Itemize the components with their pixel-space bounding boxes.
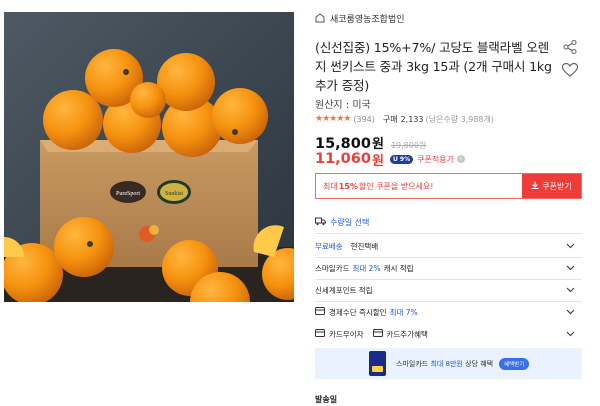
truck-icon xyxy=(315,217,326,228)
payment-discount-max: 최대 7% xyxy=(389,307,418,317)
smile-card-max: 최대 2% xyxy=(352,263,381,273)
coupon-applied-label: 쿠폰적용가 xyxy=(417,154,454,164)
smile-card-label: 스마일카드 xyxy=(315,263,350,273)
smile-card-image xyxy=(369,351,386,376)
chevron-down-icon xyxy=(566,329,575,338)
quantity-select-link[interactable]: 수량일 선택 xyxy=(315,216,369,228)
chevron-down-icon xyxy=(566,263,575,272)
banner-text-label: 스마일카드 xyxy=(396,359,429,368)
product-photo: PureSport Sunkist xyxy=(4,12,294,302)
coupon-message-percent: 15% xyxy=(338,181,358,191)
info-icon[interactable]: i xyxy=(456,155,465,163)
product-image: PureSport Sunkist xyxy=(4,12,294,302)
review-count-link[interactable]: (394) xyxy=(353,115,375,124)
box-label-1: PureSport xyxy=(116,191,140,197)
share-icon[interactable] xyxy=(562,39,578,55)
chevron-down-icon xyxy=(566,307,575,316)
coupon-message-prefix: 최대 xyxy=(323,181,338,191)
remaining-quantity: (남은수량 3,988개) xyxy=(425,114,495,124)
card-extra-benefit-link[interactable]: 카드추가혜택 xyxy=(387,329,428,340)
payment-discount-label: 경제수단 즉시할인 xyxy=(329,307,387,317)
wishlist-heart-icon[interactable] xyxy=(561,62,579,78)
divider xyxy=(315,257,582,258)
download-icon xyxy=(531,181,539,191)
shinsegae-point-row[interactable]: 신세계포인트 적립 xyxy=(315,283,582,297)
get-coupon-button[interactable]: 쿠폰받기 xyxy=(522,174,581,198)
free-shipping-label: 무료배송 xyxy=(315,241,343,251)
coupon-message-suffix: 할인 쿠폰을 받으세요! xyxy=(358,181,434,191)
divider xyxy=(315,301,582,302)
product-title: (신선집중) 15%+7%/ 고당도 블랙라벨 오렌지 썬키스트 중과 3kg … xyxy=(315,40,552,93)
coupon-message: 최대 15% 할인 쿠폰을 받으세요! xyxy=(316,174,522,198)
coupon-price: 11,060 xyxy=(315,151,371,167)
card-icon xyxy=(315,307,325,317)
rating-row: ★★★★★ (394) 구매 2,133 (남은수량 3,988개) xyxy=(315,113,494,125)
ship-date-label: 발송일 xyxy=(315,395,338,404)
get-coupon-label: 쿠폰받기 xyxy=(542,181,572,191)
product-info-panel: 새코룸영농조합법인 (신선집중) 15%+7%/ 고당도 블랙라벨 오렌지 썬키… xyxy=(315,0,585,406)
chevron-down-icon xyxy=(566,241,575,250)
box-label-2: Sunkist xyxy=(165,191,183,197)
buy-label: 구매 xyxy=(382,114,398,124)
shinsegae-point-label: 신세계포인트 적립 xyxy=(315,285,373,295)
chevron-down-icon xyxy=(566,285,575,294)
card-benefits-row: 카드무이자 카드추가혜택 xyxy=(315,327,582,341)
shipping-row[interactable]: 무료배송 현진택배 xyxy=(315,239,582,253)
smile-card-cash: 캐시 적립 xyxy=(383,263,414,273)
coupon-box: 최대 15% 할인 쿠폰을 받으세요! 쿠폰받기 xyxy=(315,173,582,199)
divider xyxy=(315,233,582,234)
buy-count: 2,133 xyxy=(400,114,424,124)
price-row: 15,800 원 19,800원 xyxy=(315,133,426,152)
store-icon xyxy=(315,13,325,23)
seller-name: 새코룸영농조합법인 xyxy=(330,14,405,25)
banner-text-benefit: 상당 혜택 xyxy=(465,359,494,368)
coupon-price-unit: 원 xyxy=(371,153,384,169)
courier-label: 현진택배 xyxy=(350,241,379,251)
smile-card-row[interactable]: 스마일카드 최대 2% 캐시 적립 xyxy=(315,261,582,275)
card-icon xyxy=(372,329,383,339)
seller-link[interactable]: 새코룸영농조합법인 xyxy=(315,11,405,25)
payment-discount-row[interactable]: 경제수단 즉시할인 최대 7% xyxy=(315,305,582,319)
rating-stars: ★★★★★ xyxy=(315,114,351,124)
card-interest-free-link[interactable]: 카드무이자 xyxy=(329,329,364,340)
coupon-badge: U 9% xyxy=(389,154,414,164)
coupon-price-row: 11,060 원 U 9% 쿠폰적용가 i xyxy=(315,150,465,169)
smile-card-banner[interactable]: 스마일카드 최대 8만원 상당 혜택 혜택받기 xyxy=(315,348,582,379)
card-icon xyxy=(315,329,325,339)
banner-text-max: 최대 8만원 xyxy=(430,359,463,368)
divider xyxy=(315,279,582,280)
get-benefit-button[interactable]: 혜택받기 xyxy=(499,357,530,370)
origin-text: 원산지 : 미국 xyxy=(315,100,371,111)
quantity-select-label: 수량일 선택 xyxy=(330,217,370,227)
banner-text: 스마일카드 최대 8만원 상당 혜택 xyxy=(396,359,493,369)
